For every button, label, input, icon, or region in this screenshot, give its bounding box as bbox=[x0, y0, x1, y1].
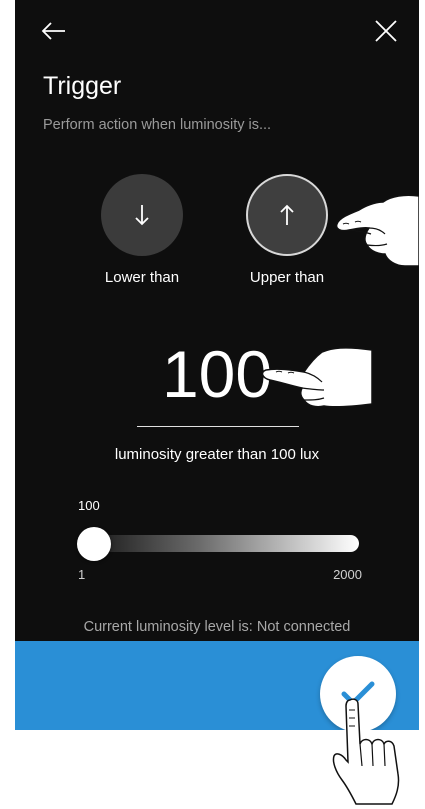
threshold-underline bbox=[137, 426, 299, 427]
page-subtitle: Perform action when luminosity is... bbox=[43, 117, 272, 133]
back-button[interactable] bbox=[37, 14, 71, 48]
lower-than-option[interactable]: Lower than bbox=[82, 174, 202, 286]
slider-min-label: 1 bbox=[78, 567, 86, 582]
arrow-up-icon bbox=[280, 204, 294, 225]
lower-than-circle[interactable] bbox=[101, 174, 183, 256]
page-title: Trigger bbox=[43, 72, 122, 100]
upper-than-circle[interactable] bbox=[246, 174, 328, 256]
tapping-hand-icon bbox=[332, 698, 400, 805]
luminosity-slider-thumb[interactable] bbox=[77, 527, 111, 561]
arrow-down-icon bbox=[135, 205, 149, 226]
lower-than-label: Lower than bbox=[104, 269, 180, 286]
close-button[interactable] bbox=[369, 14, 403, 48]
upper-than-option[interactable]: Upper than bbox=[227, 174, 347, 286]
trigger-screen: Trigger Perform action when luminosity i… bbox=[15, 0, 419, 730]
arrow-left-icon bbox=[41, 22, 65, 40]
close-icon bbox=[375, 20, 397, 42]
luminosity-status: Current luminosity level is: Not connect… bbox=[83, 619, 351, 635]
pointing-hand-icon bbox=[335, 194, 419, 267]
luminosity-slider-track[interactable] bbox=[91, 535, 359, 552]
pointing-hand-icon bbox=[261, 347, 373, 408]
slider-max-label: 2000 bbox=[333, 567, 362, 582]
upper-than-label: Upper than bbox=[249, 269, 325, 286]
threshold-description: luminosity greater than 100 lux bbox=[114, 446, 320, 463]
slider-current-value: 100 bbox=[78, 498, 100, 513]
